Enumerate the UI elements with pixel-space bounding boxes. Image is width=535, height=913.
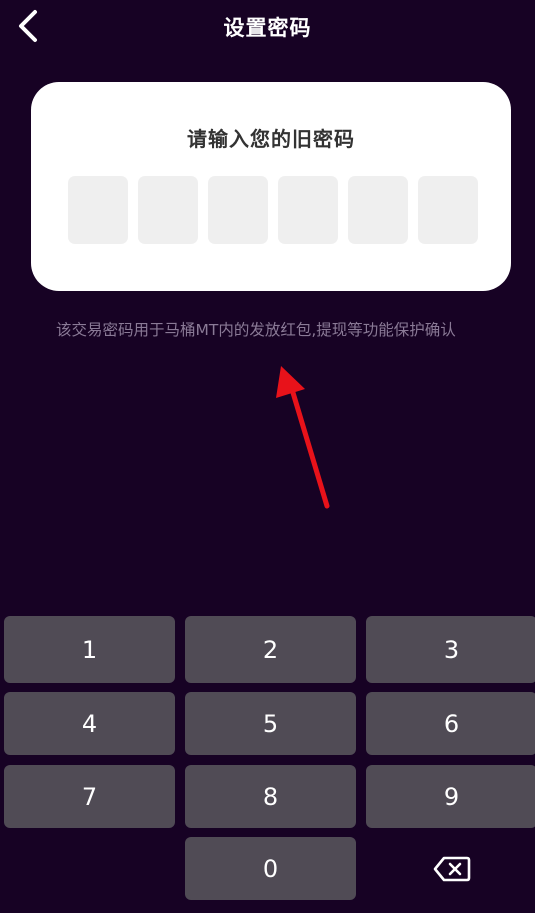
numeric-keypad: 1 2 3 4 5 6 7 8 9 0 bbox=[0, 608, 535, 913]
pin-input-row[interactable] bbox=[68, 176, 478, 244]
key-5[interactable]: 5 bbox=[185, 692, 356, 755]
key-8[interactable]: 8 bbox=[185, 765, 356, 828]
pin-digit-box[interactable] bbox=[138, 176, 198, 244]
backspace-icon bbox=[433, 856, 470, 881]
pin-digit-box[interactable] bbox=[348, 176, 408, 244]
delete-button[interactable] bbox=[366, 837, 535, 900]
key-2[interactable]: 2 bbox=[185, 616, 356, 683]
old-password-prompt: 请输入您的旧密码 bbox=[187, 127, 355, 151]
password-usage-hint: 该交易密码用于马桶MT内的发放红包,提现等功能保护确认 bbox=[56, 321, 456, 339]
key-1[interactable]: 1 bbox=[4, 616, 175, 683]
pin-digit-box[interactable] bbox=[418, 176, 478, 244]
key-9[interactable]: 9 bbox=[366, 765, 535, 828]
pin-digit-box[interactable] bbox=[278, 176, 338, 244]
key-3[interactable]: 3 bbox=[366, 616, 535, 683]
pin-digit-box[interactable] bbox=[208, 176, 268, 244]
key-0[interactable]: 0 bbox=[185, 837, 356, 900]
key-4[interactable]: 4 bbox=[4, 692, 175, 755]
key-6[interactable]: 6 bbox=[366, 692, 535, 755]
page-title: 设置密码 bbox=[223, 16, 312, 40]
header: 设置密码 bbox=[0, 0, 535, 52]
key-7[interactable]: 7 bbox=[4, 765, 175, 828]
pin-digit-box[interactable] bbox=[68, 176, 128, 244]
password-card: 请输入您的旧密码 bbox=[31, 82, 511, 291]
